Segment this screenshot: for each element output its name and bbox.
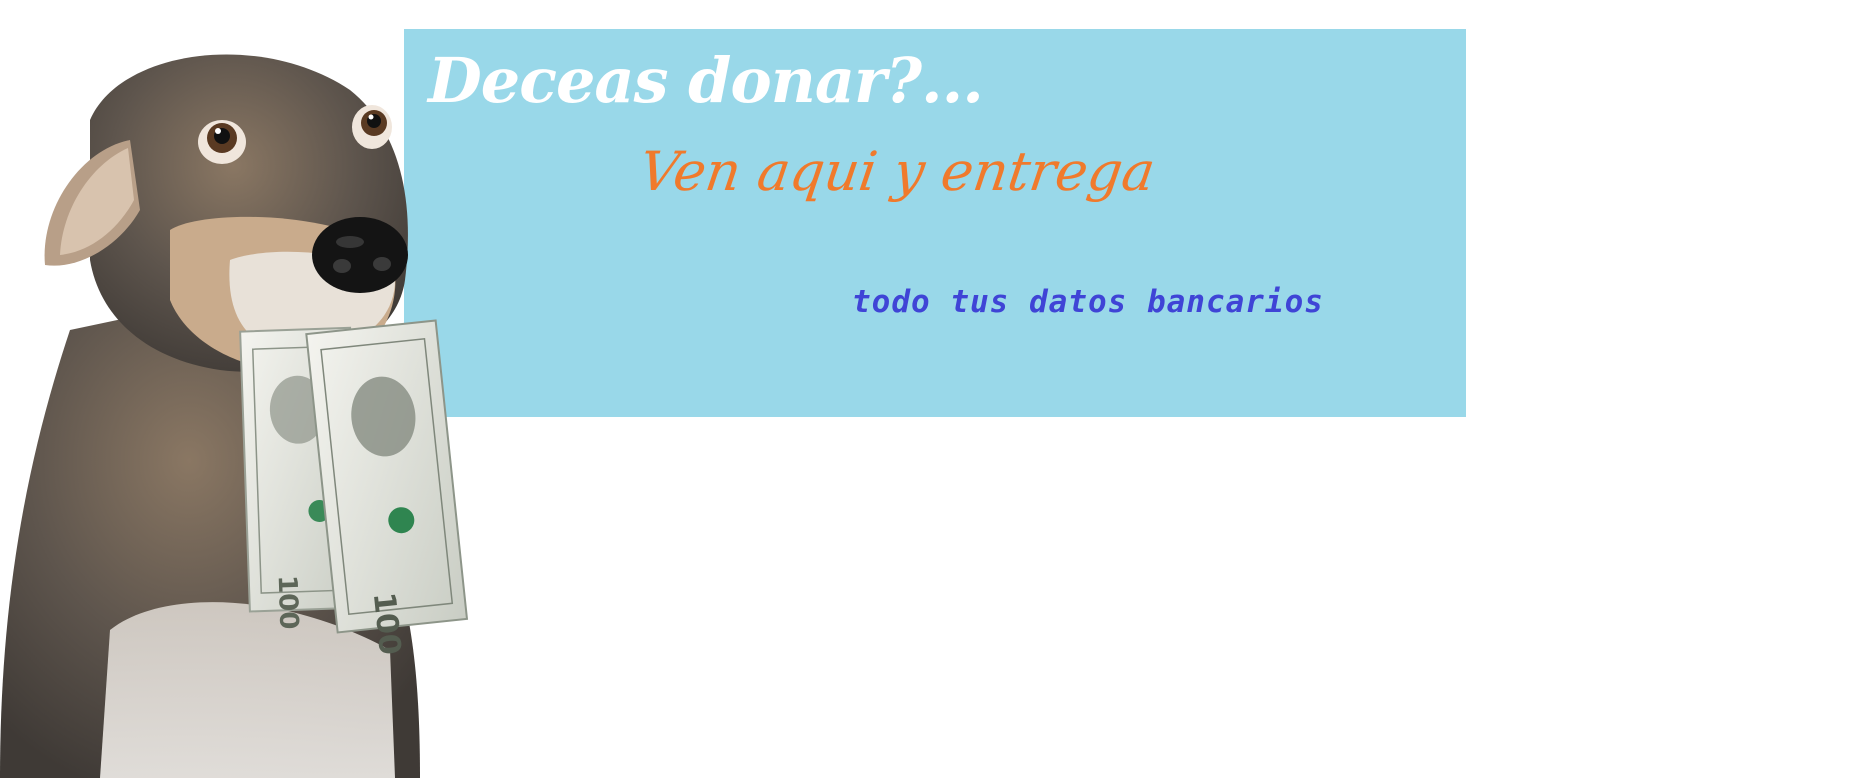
subline-text: Ven aqui y entrega (635, 140, 1159, 203)
headline-text: Deceas donar?... (428, 44, 984, 117)
tagline-text: todo tus datos bancarios (852, 284, 1324, 320)
svg-text:100: 100 (272, 575, 304, 630)
dog-with-money-image: 100 100 (0, 54, 469, 778)
svg-text:100: 100 (366, 591, 407, 657)
